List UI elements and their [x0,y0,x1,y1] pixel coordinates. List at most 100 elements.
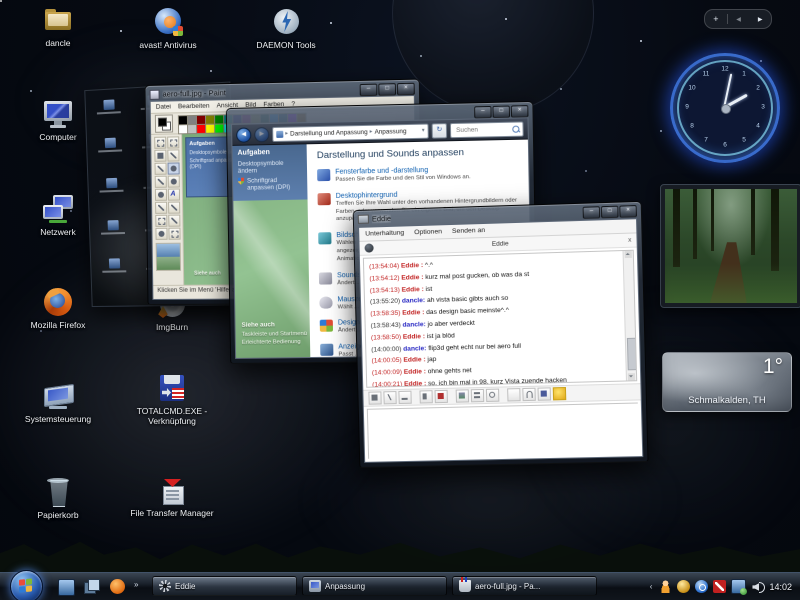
search-box[interactable] [450,121,524,138]
close-button[interactable]: × [619,205,637,218]
taskbar-button-anpassung[interactable]: Anpassung [302,576,447,596]
tool-magnifier[interactable] [167,162,179,174]
menu-optionen[interactable]: Optionen [414,228,442,236]
tool-color-picker[interactable] [154,163,166,175]
tray-gold-icon[interactable] [677,580,690,593]
desktop-icon-systemsteuerung[interactable]: Systemsteuerung [12,380,104,424]
tray-messenger-icon[interactable] [659,580,672,593]
tool-options[interactable] [155,243,180,271]
show-desktop-button[interactable] [58,579,75,596]
entry-window-color[interactable]: Fensterfarbe und -darstellungPassen Sie … [317,165,529,185]
message-input[interactable] [368,403,642,461]
underline-button[interactable] [398,391,411,404]
menu-datei[interactable]: Datei [156,103,171,110]
back-button[interactable]: ◀ [236,127,251,142]
task-link-dpi[interactable]: Schriftgrad anpassen (DPI) [238,177,302,192]
italic-button[interactable] [383,391,396,404]
tool-polygon[interactable] [168,215,180,227]
tool-curve[interactable] [168,202,180,214]
tool-line[interactable] [155,202,167,214]
search-input[interactable] [454,124,512,134]
start-button[interactable] [10,570,43,600]
message-input-area[interactable] [367,402,639,458]
breadcrumb[interactable]: ▸ Darstellung und Anpassung ▸ Anpassung … [272,123,429,142]
quicklaunch-firefox-button[interactable] [110,579,125,594]
desktop-icon-firefox[interactable]: Mozilla Firefox [16,286,100,330]
close-button[interactable]: × [511,105,529,118]
chat-window[interactable]: Eddie – □ × Unterhaltung Optionen Senden… [353,201,649,468]
tool-fill[interactable] [167,149,179,161]
taskbar-button-eddie[interactable]: Eddie [152,576,297,596]
tool-free-select[interactable] [154,137,166,149]
menu-senden-an[interactable]: Senden an [452,227,485,235]
taskbar-button-paint[interactable]: aero-full.jpg - Pa... [452,576,597,596]
tray-chevron-icon[interactable]: ‹ [650,582,653,591]
desktop-icon-daemon-tools[interactable]: DAEMON Tools [244,6,328,50]
scrollbar[interactable] [623,251,637,381]
history-dropdown-icon[interactable]: ▾ [422,128,425,134]
photo-gadget[interactable] [660,184,800,308]
see-also-link-taskbar[interactable]: Taskleiste und Startmenü [242,331,307,338]
task-link-desktop-icons[interactable]: Desktopsymbole ändern [238,159,302,174]
font-button[interactable] [419,390,432,403]
desktop-icon-dancle[interactable]: dancle [16,4,100,48]
bold-button[interactable] [368,391,381,404]
tab-close-button[interactable]: x [628,237,632,244]
gadget-next-icon[interactable]: ▶ [749,16,771,23]
tray-network-icon[interactable] [731,579,746,594]
save-button[interactable] [538,387,552,400]
tool-ellipse[interactable] [155,228,167,240]
maximize-button[interactable]: □ [378,83,396,96]
tray-avast-icon[interactable] [695,580,708,593]
list-button[interactable] [471,389,484,402]
screenshot-see-also: Siehe auch [194,270,221,276]
desktop-icon-file-transfer-manager[interactable]: File Transfer Manager [126,474,218,518]
tool-pencil[interactable] [154,176,166,188]
menu-unterhaltung[interactable]: Unterhaltung [365,229,404,237]
image-button[interactable] [456,389,469,402]
attach-button[interactable] [522,388,536,401]
gadget-prev-icon[interactable]: ◀ [728,16,750,23]
add-gadget-button[interactable]: + [705,14,727,24]
mini-desktop-icon [96,177,126,192]
tool-eraser[interactable] [154,150,166,162]
minimize-button[interactable]: – [474,105,492,118]
pencil-button[interactable] [507,388,521,401]
breadcrumb-item[interactable]: Darstellung und Anpassung [290,128,368,137]
gadget-controls[interactable]: + ◀ ▶ [704,9,772,29]
tray-avast-scanner-icon[interactable] [713,580,726,593]
tray-volume-icon[interactable] [751,580,764,593]
scroll-down-icon[interactable] [628,373,635,380]
scroll-thumb[interactable] [627,338,637,371]
window-color-icon [317,169,330,181]
tool-rectangle[interactable] [155,215,167,227]
link-button[interactable] [486,389,499,402]
message-log[interactable]: (13:54:04) Eddie : ^.^ (13:54:12) Eddie … [363,250,637,388]
scroll-up-icon[interactable] [625,251,632,258]
minimize-button[interactable]: – [360,83,378,96]
tool-text[interactable]: A [167,189,179,201]
smiley-button[interactable] [553,387,567,400]
weather-gadget[interactable]: 1° Schmalkalden, TH [662,352,792,412]
refresh-button[interactable]: ↻ [432,123,448,138]
minimize-button[interactable]: – [583,206,601,219]
forward-button[interactable]: ▶ [254,127,269,142]
tool-rounded-rect[interactable] [168,228,180,240]
desktop-icon-totalcmd[interactable]: TOTALCMD.EXE - Verknüpfung [126,372,218,426]
maximize-button[interactable]: □ [601,205,619,218]
clock-gadget[interactable]: 12 1 2 3 4 5 6 7 8 9 10 11 [670,53,780,163]
close-button[interactable]: × [397,82,415,95]
tool-airbrush[interactable] [154,189,166,201]
desktop-icon-avast[interactable]: avast! Antivirus [126,6,210,50]
tool-brush[interactable] [167,175,179,187]
desktop-icon-papierkorb[interactable]: Papierkorb [16,476,100,520]
see-also-link-ease[interactable]: Erleichterte Bedienung [242,339,307,346]
maximize-button[interactable]: □ [492,105,510,118]
breadcrumb-item[interactable]: Anpassung [374,128,406,136]
menu-bearbeiten[interactable]: Bearbeiten [178,103,210,111]
tool-select[interactable] [167,136,179,148]
flip3d-button[interactable] [84,579,99,594]
icon-label: ImgBurn [130,322,214,332]
color-button[interactable] [435,390,448,403]
quicklaunch-overflow-icon[interactable]: » [134,580,138,589]
